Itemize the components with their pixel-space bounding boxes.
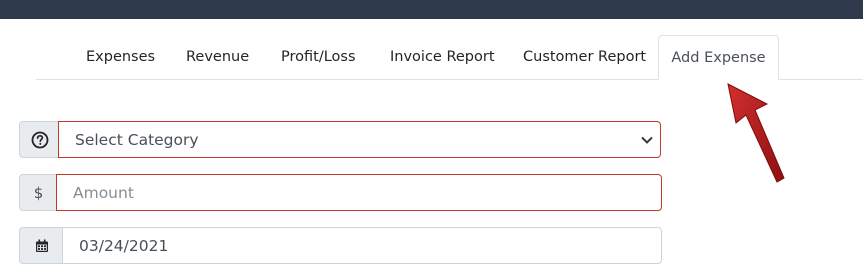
tab-revenue[interactable]: Revenue	[186, 35, 249, 80]
calendar-icon	[35, 239, 48, 252]
annotation-arrow-icon	[727, 83, 785, 183]
tab-expenses[interactable]: Expenses	[86, 35, 155, 80]
tab-profit-loss[interactable]: Profit/Loss	[281, 35, 356, 80]
category-select[interactable]: Select Category	[58, 121, 661, 158]
currency-addon: $	[19, 174, 57, 211]
chevron-down-icon	[641, 136, 653, 144]
tab-customer-report[interactable]: Customer Report	[523, 35, 646, 80]
date-value: 03/24/2021	[79, 236, 169, 255]
category-input-group: Select Category	[19, 121, 661, 158]
tab-add-expense[interactable]: Add Expense	[658, 35, 779, 80]
date-input-group: 03/24/2021	[19, 227, 662, 264]
category-select-value: Select Category	[75, 130, 199, 149]
category-addon	[19, 121, 59, 158]
question-circle-icon	[31, 131, 48, 148]
amount-input-group: $ Amount	[19, 174, 662, 211]
amount-field[interactable]: Amount	[56, 174, 662, 211]
top-navbar	[0, 0, 863, 19]
tab-invoice-report[interactable]: Invoice Report	[390, 35, 495, 80]
date-addon	[19, 227, 63, 264]
amount-placeholder: Amount	[73, 183, 134, 202]
date-field[interactable]: 03/24/2021	[62, 227, 662, 264]
report-tabs: Expenses Revenue Profit/Loss Invoice Rep…	[36, 35, 863, 80]
